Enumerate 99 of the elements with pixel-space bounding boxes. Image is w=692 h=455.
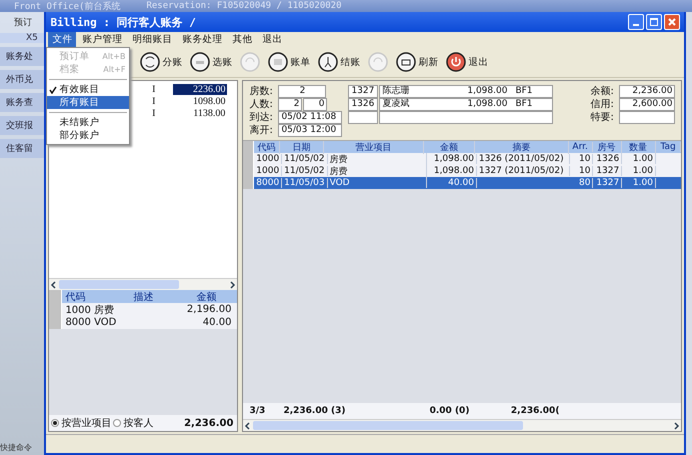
posting-row[interactable]: 8000 11/05/03 VOD 40.00 80 1327 1.00 (243, 177, 682, 189)
checkmark-icon (49, 86, 58, 94)
account-amount[interactable]: 1138.00 (173, 108, 228, 118)
toolbar-button[interactable]: 刷新 (396, 52, 438, 72)
toolbar-button[interactable]: 结账 (318, 52, 360, 72)
window-title: Billing : 同行客人账务 / (50, 14, 196, 30)
amount-field[interactable]: 2,600.00 (619, 98, 676, 110)
adults-field[interactable]: 2 (278, 98, 302, 110)
horizontal-scrollbar[interactable] (49, 278, 238, 290)
field-label: 房数: (249, 84, 274, 98)
rooms-field[interactable]: 2 (278, 84, 326, 98)
field-label: 信用: (590, 98, 615, 111)
menu-item[interactable]: 账户管理 (78, 32, 126, 47)
radio-icon[interactable] (113, 419, 122, 427)
departure-field[interactable]: 05/03 12:00 (278, 124, 342, 136)
column-header[interactable]: Arr. (568, 142, 593, 152)
table-cell-text: 8000 VOD (64, 317, 118, 328)
sidebar-item[interactable]: 账务处 (0, 47, 44, 66)
menu-item[interactable]: 其他 (228, 32, 256, 47)
field-label: 离开: (249, 124, 274, 137)
horizontal-scrollbar[interactable] (243, 419, 682, 431)
menu-option[interactable]: 有效账目 (47, 83, 130, 96)
background-window-title: Reservation: F105020049 / 1105020020 (146, 1, 342, 11)
footer-total: 2,236.00( (510, 406, 560, 416)
account-type: I (152, 96, 156, 106)
arrival-field[interactable]: 05/02 11:08 (278, 110, 342, 124)
row-header-cell[interactable] (243, 177, 254, 189)
radio-icon[interactable] (51, 419, 60, 427)
round-icon (318, 52, 338, 72)
refresh-icon (396, 52, 416, 72)
menu-item[interactable]: 退出 (258, 32, 286, 47)
amount-field[interactable] (619, 110, 676, 124)
menu-item[interactable]: 账务处理 (178, 32, 226, 47)
logo-text: X5 (0, 33, 44, 43)
row-header-cell (49, 290, 62, 303)
room-field[interactable] (348, 110, 378, 124)
column-header[interactable]: Tag (656, 142, 682, 152)
room-field[interactable]: 1326 (348, 98, 378, 110)
close-icon (668, 18, 676, 26)
background-window-title: Front Office(前台系统 (14, 0, 120, 12)
power-icon (446, 52, 466, 72)
menu-option[interactable]: 部分账户 (47, 129, 130, 142)
menu-option[interactable]: 所有账目 (47, 96, 130, 109)
table-cell-text: 2,196.00 (186, 304, 232, 315)
row-header-cell (243, 141, 254, 153)
field-label: 余额: (590, 84, 615, 98)
radio-button[interactable]: 按营业项目 (51, 416, 112, 430)
account-amount[interactable]: 1098.00 (173, 96, 228, 106)
table-cell-text: 40.00 (202, 317, 232, 328)
close-button[interactable] (664, 14, 680, 30)
toolbar-button[interactable]: 分账 (140, 52, 182, 72)
footer-total: 0.00 (0) (428, 406, 470, 416)
radio-button[interactable]: 按客人 (113, 416, 154, 430)
row-header-cell[interactable] (49, 316, 62, 329)
amount-field[interactable]: 2,236.00 (619, 84, 676, 98)
scroll-right-icon[interactable] (672, 422, 680, 430)
round-icon (240, 52, 260, 72)
toolbar-button[interactable]: 选账 (190, 52, 232, 72)
round-icon (140, 52, 160, 72)
field-label: 人数: (249, 98, 274, 111)
room-field[interactable]: 1327 (348, 84, 378, 98)
account-amount[interactable]: 2236.00 (173, 84, 228, 94)
sidebar-item[interactable]: 交班报 (0, 116, 44, 135)
menu-item[interactable]: 明细账目 (128, 32, 176, 47)
guest-field[interactable] (379, 110, 554, 124)
table-cell-text: 1000 房费 (64, 304, 116, 316)
posting-row[interactable]: 1000 11/05/02 房费 1,098.00 1327 (2011/05/02) 10 1327 1.00 (243, 165, 682, 177)
sidebar-item[interactable]: 账务查 (0, 93, 44, 112)
round-icon (368, 52, 388, 72)
column-header[interactable]: 金额 (181, 290, 232, 304)
column-header[interactable]: 描述 (105, 290, 182, 304)
field-label: 特要: (590, 110, 615, 124)
total-amount: 2,236.00 (184, 418, 234, 428)
account-type: I (152, 84, 156, 94)
guest-field[interactable]: 陈志珊 1,098.00 BF1 (379, 84, 554, 98)
footer-total: 2,236.00 (3) (283, 406, 346, 416)
scroll-left-icon[interactable] (244, 422, 252, 430)
sidebar-item[interactable]: 住客留 (0, 139, 44, 158)
background-tab[interactable]: 预订 (0, 16, 44, 29)
round-icon (268, 52, 288, 72)
scroll-left-icon[interactable] (50, 280, 58, 288)
column-header[interactable]: 代码 (62, 290, 106, 304)
children-field[interactable]: 0 (303, 98, 328, 110)
scroll-right-icon[interactable] (228, 280, 236, 288)
guest-field[interactable]: 夏凌斌 1,098.00 BF1 (379, 98, 554, 110)
field-label: 到达: (249, 110, 274, 124)
account-type: I (152, 108, 156, 118)
toolbar-button[interactable]: 退出 (446, 52, 488, 72)
maximize-button[interactable] (646, 14, 662, 30)
menu-item[interactable]: 文件 (48, 32, 76, 47)
toolbar-button[interactable]: 账单 (268, 52, 310, 72)
posting-row[interactable]: 1000 11/05/02 房费 1,098.00 1326 (2011/05/02) 10 1326 1.00 (243, 153, 682, 165)
round-icon (190, 52, 210, 72)
maximize-icon (650, 18, 658, 26)
sidebar-footer-label: 快捷命令 (0, 442, 33, 454)
minimize-button[interactable] (628, 14, 644, 30)
footer-total: 3/3 (248, 406, 266, 416)
menu-option[interactable]: 未结账户 (47, 116, 130, 129)
sidebar-item[interactable]: 外币兑 (0, 70, 44, 89)
